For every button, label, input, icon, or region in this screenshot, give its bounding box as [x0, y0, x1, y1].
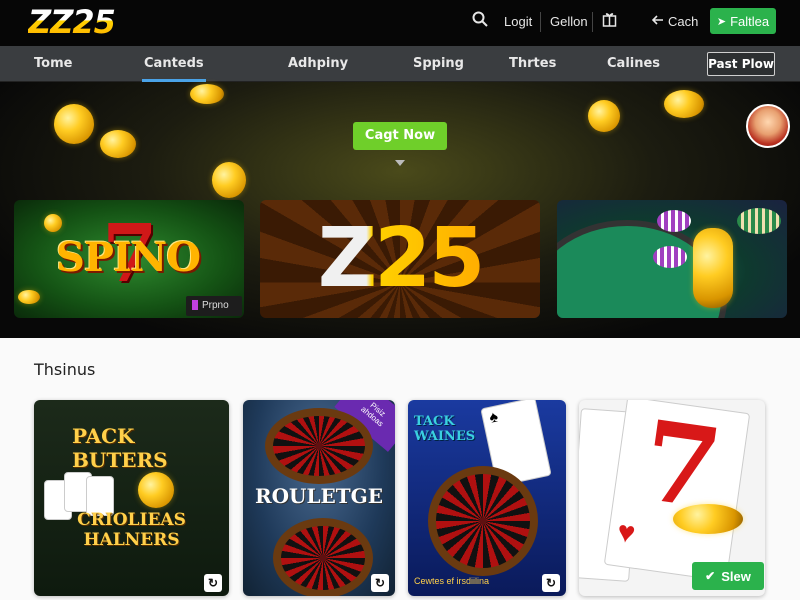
- card-title: TACK WAINES: [414, 414, 476, 444]
- roulette-wheel-image: [428, 466, 538, 576]
- share-icon[interactable]: ↻: [371, 574, 389, 592]
- card-caption: Cewtes ef irsdiilina: [414, 576, 490, 586]
- follow-label: Faltlea: [730, 13, 770, 29]
- hero-section: Cagt Now 7 SPINO Prpno Z25: [0, 82, 800, 338]
- coin-icon: [100, 130, 136, 158]
- site-logo[interactable]: ZZ25: [28, 4, 116, 40]
- nav-item-calines[interactable]: Calines: [607, 46, 660, 82]
- promo-banner-z25[interactable]: Z25: [260, 200, 540, 318]
- main-nav: Tome Canteds Adhpiny Spping Thrtes Calin…: [0, 46, 800, 82]
- follow-button[interactable]: ➤ Faltlea: [710, 8, 776, 34]
- nav-item-thrtes[interactable]: Thrtes: [509, 46, 556, 82]
- divider: [540, 12, 541, 32]
- coin-icon: [588, 100, 620, 132]
- nav-item-contests[interactable]: Canteds: [142, 46, 206, 82]
- view-button[interactable]: ✔ Slew: [692, 562, 764, 590]
- banner-tag-label: Prpno: [202, 300, 229, 311]
- arrow-icon: ➤: [716, 15, 727, 28]
- past-plow-button[interactable]: Past Plow: [707, 52, 775, 76]
- chevron-down-icon[interactable]: [395, 160, 405, 166]
- card-title: PACK BUTERS: [72, 424, 168, 472]
- chip-icon: [737, 208, 781, 234]
- share-icon[interactable]: ↻: [204, 574, 222, 592]
- chip-icon: [653, 246, 687, 268]
- tag-icon: [192, 300, 198, 311]
- avatar[interactable]: [746, 104, 790, 148]
- search-button[interactable]: [472, 11, 488, 33]
- nav-item-adhpiny[interactable]: Adhpiny: [288, 46, 348, 82]
- roulette-wheel-image: [273, 518, 373, 596]
- heart-icon: ♥: [615, 515, 638, 551]
- spade-icon: ♠: [487, 408, 500, 427]
- divider: [592, 12, 593, 32]
- coin-icon: [18, 290, 40, 304]
- games-section: Thsinus PACK BUTERS CRIOLIEAS HALNERS ↻ …: [0, 338, 800, 600]
- card-subtitle: CRIOLIEAS HALNERS: [77, 510, 186, 550]
- search-icon: [472, 11, 488, 33]
- cash-label: Cach: [668, 14, 699, 29]
- coin-icon: [54, 104, 94, 144]
- gift-icon: [602, 12, 617, 33]
- coin-icon: [673, 504, 743, 534]
- coin-icon: [190, 84, 224, 104]
- check-icon: ✔: [705, 569, 716, 583]
- share-icon[interactable]: ↻: [542, 574, 560, 592]
- coin-icon: [44, 214, 62, 232]
- promo-banner-table[interactable]: [557, 200, 787, 318]
- cash-button[interactable]: Cach: [651, 12, 699, 32]
- chip-icon: [657, 210, 691, 232]
- get-now-button[interactable]: Cagt Now: [353, 122, 447, 150]
- promo-banner-spino[interactable]: 7 SPINO Prpno: [14, 200, 244, 318]
- top-bar: ZZ25 Logit Gellon Cach ➤ Faltlea: [0, 0, 800, 46]
- banner-tag[interactable]: Prpno: [186, 296, 242, 316]
- coin-stack-icon: [693, 228, 733, 308]
- login-link[interactable]: Logit: [504, 12, 532, 32]
- section-title: Thsinus: [34, 360, 96, 379]
- game-card[interactable]: Pisiz ahdoas ROULETGE ↻: [243, 400, 395, 596]
- game-card[interactable]: PACK BUTERS CRIOLIEAS HALNERS ↻: [34, 400, 229, 596]
- playing-card-image: 7 ♥: [603, 400, 751, 582]
- card-title: ROULETGE: [255, 484, 383, 508]
- view-label: Slew: [721, 568, 751, 584]
- gift-button[interactable]: [602, 12, 617, 32]
- coin-icon: [212, 162, 246, 198]
- arrow-left-icon: [651, 12, 664, 32]
- gallery-link[interactable]: Gellon: [550, 12, 588, 32]
- game-card[interactable]: TACK WAINES ♠ Cewtes ef irsdiilina ↻: [408, 400, 566, 596]
- coin-icon: [664, 90, 704, 118]
- coin-icon: [138, 472, 174, 508]
- nav-item-home[interactable]: Tome: [34, 46, 72, 82]
- banner-title: SPINO: [56, 234, 201, 281]
- banner-logo: Z25: [260, 214, 540, 304]
- roulette-wheel-image: [265, 408, 373, 484]
- nav-item-spping[interactable]: Spping: [413, 46, 464, 82]
